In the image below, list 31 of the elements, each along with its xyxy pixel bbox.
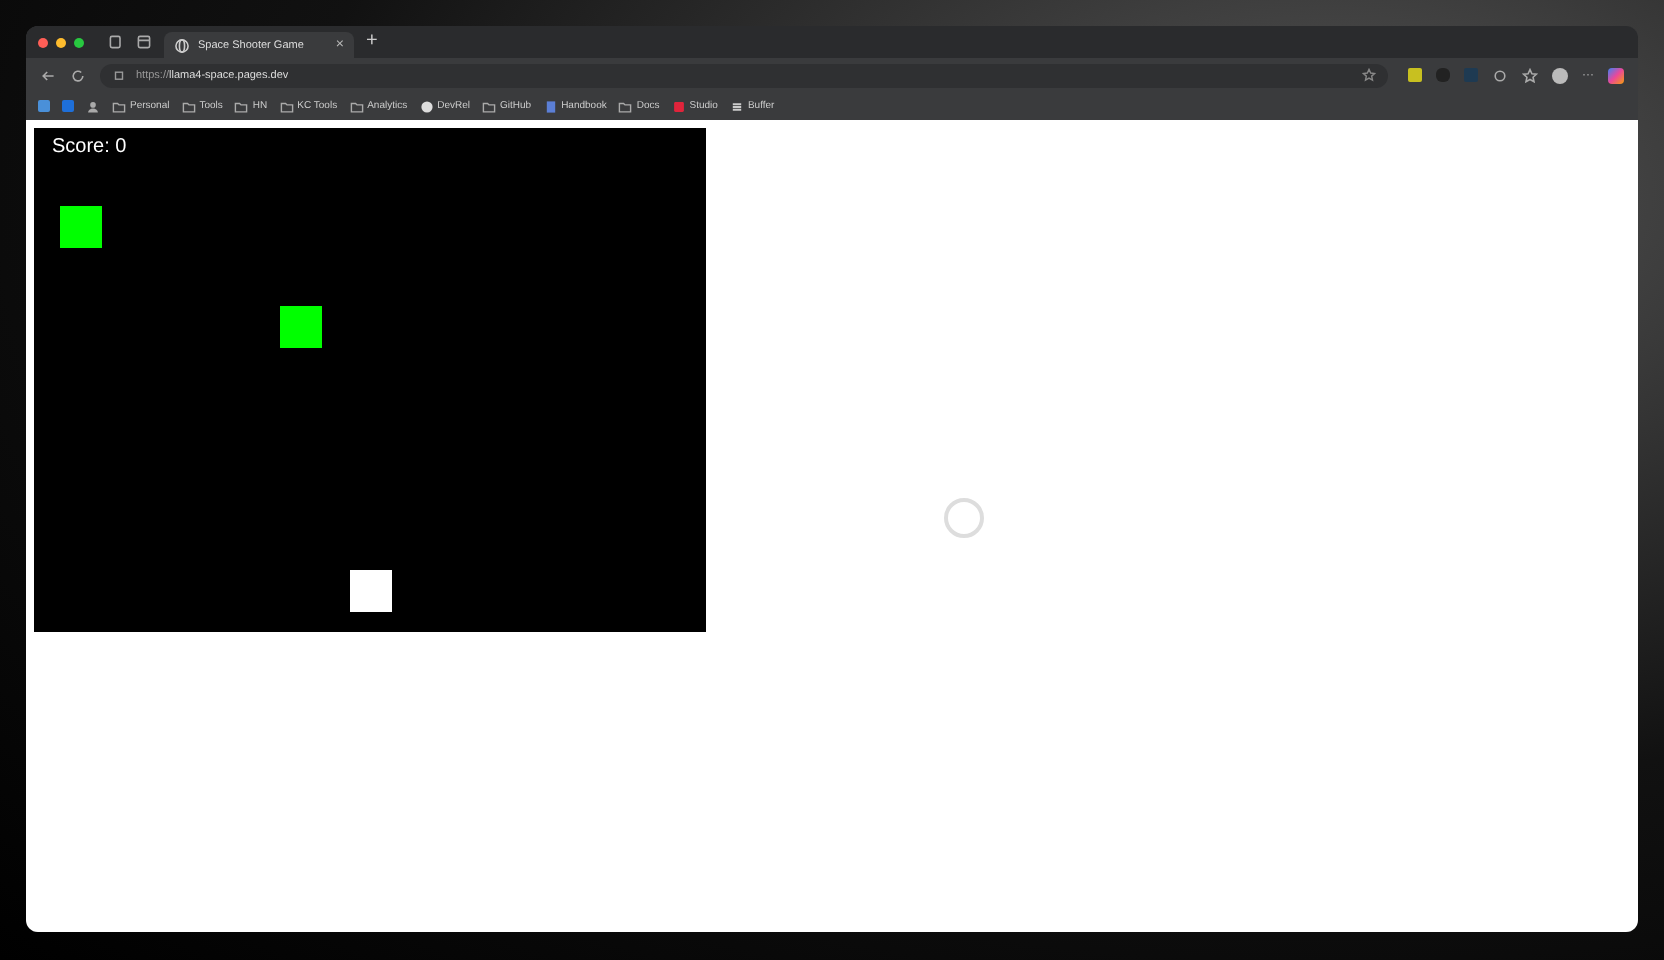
- tab-groups-icon[interactable]: [108, 34, 124, 50]
- player-square: [350, 570, 392, 612]
- square-icon: [671, 99, 686, 113]
- enemy-square: [60, 206, 102, 248]
- reload-icon[interactable]: [70, 67, 86, 83]
- folder-icon: [279, 99, 294, 113]
- person-icon[interactable]: [86, 99, 100, 113]
- folder-icon: [618, 99, 633, 113]
- folder-icon: [181, 99, 196, 113]
- app-logo-icon[interactable]: [1608, 67, 1624, 83]
- profile-avatar[interactable]: [1552, 67, 1568, 83]
- back-icon[interactable]: [40, 67, 56, 83]
- stack-icon: [729, 99, 744, 113]
- enemy-square: [280, 306, 322, 348]
- favorites-icon[interactable]: [1522, 67, 1538, 83]
- new-tab-button[interactable]: +: [366, 32, 378, 52]
- document-icon: [543, 99, 558, 113]
- site-info-icon[interactable]: [112, 68, 126, 82]
- star-icon[interactable]: [1362, 68, 1376, 82]
- folder-icon: [234, 99, 249, 113]
- folder-icon: [349, 99, 364, 113]
- maximize-window-icon[interactable]: [74, 37, 84, 47]
- folder-icon: [112, 99, 126, 113]
- sidebar-icon[interactable]: [136, 34, 152, 50]
- minimize-window-icon[interactable]: [56, 37, 66, 47]
- close-window-icon[interactable]: [38, 37, 48, 47]
- globe-icon: [174, 37, 190, 53]
- score-text: Score: 0: [52, 136, 127, 158]
- extensions-icon[interactable]: [1492, 67, 1508, 83]
- folder-icon: [482, 99, 496, 113]
- loading-spinner-icon: [944, 498, 984, 538]
